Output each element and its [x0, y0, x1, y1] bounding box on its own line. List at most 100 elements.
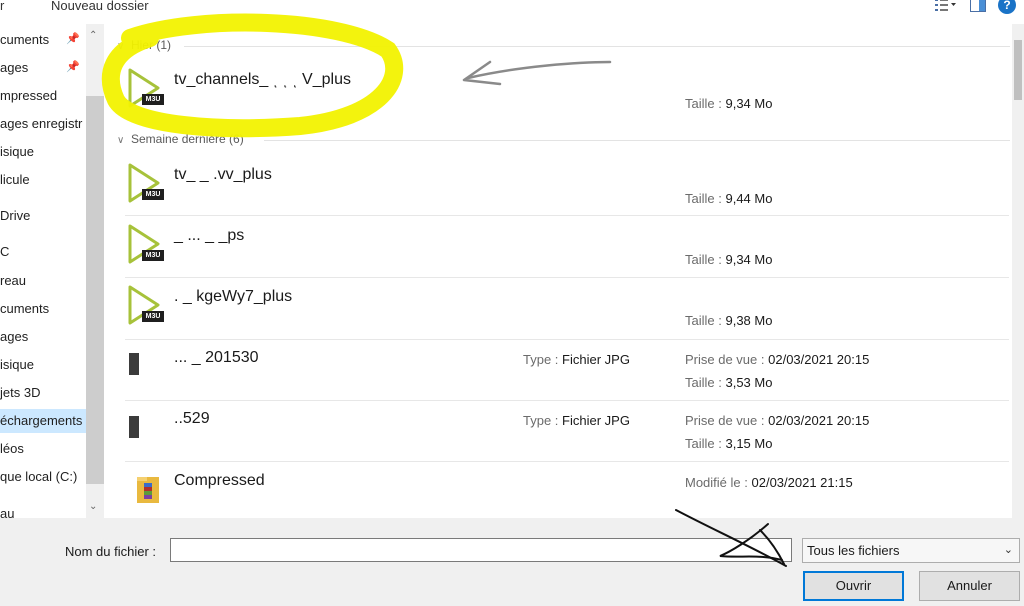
row-divider	[125, 400, 1009, 401]
sidebar-item-images-2[interactable]: ages	[0, 325, 28, 349]
file-date: Prise de vue : 02/03/2021 20:15	[685, 413, 869, 428]
sidebar-item-label: jets 3D	[0, 385, 41, 400]
sidebar-item-3d-objects[interactable]: jets 3D	[0, 381, 40, 405]
sidebar-item-label: ages	[0, 329, 29, 344]
help-icon[interactable]: ?	[998, 0, 1016, 14]
file-list-scrollbar-thumb[interactable]	[1014, 40, 1022, 100]
sidebar-item-saved-images[interactable]: ages enregistr	[0, 112, 82, 136]
file-list	[104, 24, 1012, 518]
sidebar-item-music-2[interactable]: isique	[0, 353, 34, 377]
sidebar-item-desktop[interactable]: reau	[0, 269, 26, 293]
open-button[interactable]: Ouvrir	[803, 571, 904, 601]
sidebar-item-label: licule	[0, 172, 30, 187]
size-value: 9,38 Mo	[725, 313, 773, 328]
sidebar-item-label: ages	[0, 60, 29, 75]
sidebar-item-label: que local (C:)	[0, 469, 78, 484]
sidebar-item-label: au	[0, 506, 15, 518]
file-size: Taille : 9,34 Mo	[685, 96, 772, 111]
size-value: 9,34 Mo	[725, 96, 773, 111]
size-value: 3,53 Mo	[725, 375, 773, 390]
date-key: Prise de vue :	[685, 413, 765, 428]
view-options-icon[interactable]	[934, 0, 958, 14]
sidebar-item-label: C	[0, 244, 10, 259]
size-key: Taille :	[685, 436, 722, 451]
sidebar-item-label: isique	[0, 357, 34, 372]
group-divider	[264, 140, 1010, 141]
sidebar-item-music[interactable]: isique	[0, 140, 34, 164]
file-size: Taille : 3,53 Mo	[685, 375, 772, 390]
preview-pane-icon[interactable]	[966, 0, 990, 14]
m3u-badge: M3U	[142, 94, 164, 105]
size-key: Taille :	[685, 375, 722, 390]
cancel-button[interactable]: Annuler	[919, 571, 1020, 601]
sidebar-item-film[interactable]: licule	[0, 168, 30, 192]
sidebar-item-label: ages enregistr	[0, 116, 83, 131]
chevron-down-icon: ⌄	[1003, 544, 1013, 556]
row-divider	[125, 461, 1009, 462]
sidebar-item-label: léos	[0, 441, 24, 456]
sidebar-item-label: cuments	[0, 301, 50, 316]
scroll-up-icon[interactable]: ⌃	[89, 30, 97, 41]
pin-icon: 📌	[66, 61, 80, 73]
group-header-yesterday[interactable]: ∨ Hier (1)	[117, 38, 171, 52]
compressed-folder-icon	[135, 473, 159, 503]
filename-input[interactable]	[170, 538, 792, 562]
sidebar-item-label: mpressed	[0, 88, 58, 103]
file-size: Taille : 3,15 Mo	[685, 436, 772, 451]
date-key: Prise de vue :	[685, 352, 765, 367]
sidebar-item-local-disk[interactable]: que local (C:)	[0, 465, 77, 489]
date-value: 02/03/2021 20:15	[768, 352, 870, 367]
sidebar-item-documents-2[interactable]: cuments	[0, 297, 49, 321]
group-header-last-week[interactable]: ∨ Semaine dernière (6)	[117, 132, 244, 146]
new-folder-button[interactable]: Nouveau dossier	[51, 0, 149, 13]
sidebar-item-images[interactable]: ages	[0, 56, 28, 80]
size-key: Taille :	[685, 252, 722, 267]
scroll-down-icon[interactable]: ⌄	[89, 501, 97, 512]
row-divider	[125, 339, 1009, 340]
m3u-badge: M3U	[142, 311, 164, 322]
sidebar-item-videos[interactable]: léos	[0, 437, 24, 461]
file-name: ... _ 201530	[174, 349, 259, 366]
date-value: 02/03/2021 20:15	[768, 413, 870, 428]
m3u-icon: M3U	[126, 285, 166, 325]
file-date: Prise de vue : 02/03/2021 20:15	[685, 352, 869, 367]
row-divider	[125, 277, 1009, 278]
file-size: Taille : 9,38 Mo	[685, 313, 772, 328]
organize-menu[interactable]: r	[0, 0, 4, 13]
sidebar-item-downloads[interactable]: échargements	[0, 409, 88, 433]
file-name: Compressed	[174, 472, 265, 489]
group-label: Hier (1)	[131, 38, 172, 52]
size-value: 3,15 Mo	[725, 436, 773, 451]
group-label: Semaine dernière (6)	[131, 132, 244, 146]
filename-label: Nom du fichier :	[65, 544, 157, 559]
size-key: Taille :	[685, 313, 722, 328]
m3u-icon: M3U	[126, 163, 166, 203]
sidebar-item-network[interactable]: au	[0, 502, 14, 518]
sidebar-item-onedrive[interactable]: Drive	[0, 204, 30, 228]
file-type: Type : Fichier JPG	[523, 413, 630, 428]
sidebar-scrollbar-thumb[interactable]	[86, 96, 104, 484]
dialog-footer: Nom du fichier : Tous les fichiers ⌄ Ouv…	[0, 518, 1024, 606]
group-divider	[184, 46, 1010, 47]
size-value: 9,44 Mo	[725, 191, 773, 206]
sidebar-item-label: échargements	[0, 413, 83, 428]
jpg-thumbnail-icon	[129, 353, 139, 375]
size-value: 9,34 Mo	[725, 252, 773, 267]
m3u-badge: M3U	[142, 250, 164, 261]
jpg-thumbnail-icon	[129, 416, 139, 438]
pin-icon: 📌	[66, 33, 80, 45]
m3u-badge: M3U	[142, 189, 164, 200]
size-key: Taille :	[685, 96, 722, 111]
file-type-select[interactable]: Tous les fichiers ⌄	[802, 538, 1020, 563]
file-name: tv_ _ .vv_plus	[174, 166, 272, 183]
chevron-down-icon: ∨	[117, 41, 125, 52]
chevron-down-icon: ∨	[117, 135, 125, 146]
sidebar-item-documents[interactable]: cuments	[0, 28, 49, 52]
file-name: ..529	[174, 410, 210, 427]
file-name: . _ kgeWy7_plus	[174, 288, 293, 305]
sidebar-item-label: isique	[0, 144, 34, 159]
sidebar-item-this-pc[interactable]: C	[0, 240, 9, 264]
sidebar-item-compressed[interactable]: mpressed	[0, 84, 57, 108]
file-type: Type : Fichier JPG	[523, 352, 630, 367]
date-value: 02/03/2021 21:15	[751, 475, 853, 490]
